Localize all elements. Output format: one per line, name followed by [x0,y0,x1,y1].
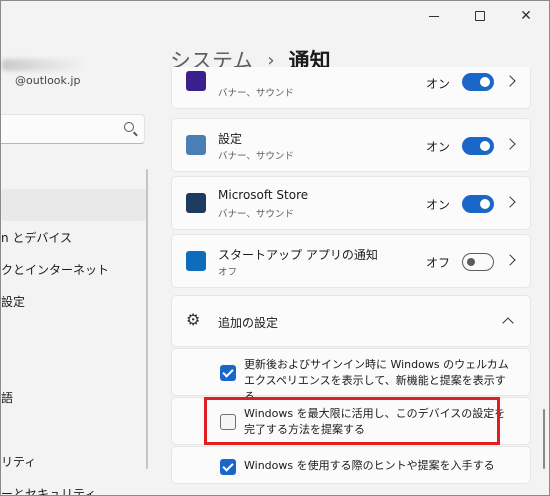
sidebar-item-accounts[interactable] [1,349,147,381]
tips-checkbox[interactable] [220,459,236,475]
sidebar-item-label: 語 [1,390,14,405]
chevron-right-icon[interactable] [504,196,516,208]
sidebar-item-gaming[interactable] [1,413,147,445]
maximize-button[interactable] [457,1,503,31]
section-title: 追加の設定 [218,316,279,330]
content-scrollbar[interactable] [543,409,545,469]
search-icon[interactable] [124,122,134,132]
chevron-right-icon[interactable] [504,254,516,266]
settings-app-icon [186,135,206,155]
highlight-frame [204,397,500,445]
store-app-icon [186,193,206,213]
sidebar-item-label: ーとセキュリティ [1,486,97,496]
app-subtitle: バナー、サウンド [218,88,294,99]
sidebar-item-language[interactable]: 語 [1,381,147,413]
startup-app-icon [186,251,206,271]
app-title: スタートアップ アプリの通知 [218,248,378,262]
minimize-button[interactable] [411,1,457,31]
app-icon [186,71,206,91]
chevron-right-icon[interactable] [504,75,516,87]
sidebar-item-network[interactable]: クとインターネット [1,253,147,285]
chevron-right-icon[interactable] [504,138,516,150]
app-title: Microsoft Store [218,188,309,202]
notification-toggle[interactable] [462,137,494,155]
app-row-partial[interactable]: バナー、サウンド オン [171,67,531,109]
option-row: 更新後およびサインイン時に Windows のウェルカム エクスペリエンスを表示… [171,348,531,403]
toggle-label: オン [425,140,450,154]
app-subtitle: バナー、サウンド [218,151,294,162]
sidebar-item-label: リティ [1,454,37,469]
app-row-settings[interactable]: 設定 バナー、サウンド オン [171,118,531,172]
gears-icon: ⚙ [186,310,201,329]
sidebar-item-bluetooth[interactable]: n とデバイス [1,221,147,253]
sidebar-item-label: n とデバイス [1,230,73,245]
app-title: 設定 [218,132,243,146]
toggle-label: オン [425,198,450,212]
app-row-startup-apps[interactable]: スタートアップ アプリの通知 オフ オフ [171,234,531,288]
notification-toggle[interactable] [462,253,494,271]
sidebar-scrollbar[interactable] [146,169,148,469]
maximize-icon [475,11,485,21]
search-input[interactable] [1,114,145,144]
sidebar-item-accessibility[interactable]: リティ [1,445,147,477]
option-text: Windows を使用する際のヒントや提案を入手する [244,459,495,472]
close-icon: ✕ [520,8,532,24]
sidebar-item-label: クとインターネット [1,262,110,277]
sidebar-item-personalization[interactable]: 設定 [1,285,147,317]
sidebar-item-system[interactable] [1,189,147,221]
settings-window: ✕ @outlook.jp n とデバイス クとインターネット 設定 語 リティ… [0,0,550,496]
caption-buttons: ✕ [411,1,549,31]
close-button[interactable]: ✕ [503,1,549,31]
app-subtitle: バナー、サウンド [218,209,294,220]
sidebar-item-label: 設定 [1,294,26,309]
app-subtitle: オフ [218,267,238,278]
option-row: Windows を使用する際のヒントや提案を入手する [171,446,531,484]
app-row-microsoft-store[interactable]: Microsoft Store バナー、サウンド オン [171,176,531,230]
notification-toggle[interactable] [462,73,494,91]
notification-toggle[interactable] [462,195,494,213]
welcome-experience-checkbox[interactable] [220,365,236,381]
sidebar-item-apps[interactable] [1,317,147,349]
toggle-label: オフ [425,256,450,270]
account-email: @outlook.jp [15,74,81,87]
account-name-blurred [1,59,81,71]
minimize-icon [429,15,439,17]
toggle-label: オン [425,77,450,91]
additional-settings-header[interactable]: ⚙ 追加の設定 [171,295,531,347]
sidebar-item-privacy[interactable]: ーとセキュリティ [1,477,147,496]
chevron-up-icon[interactable] [502,317,514,329]
